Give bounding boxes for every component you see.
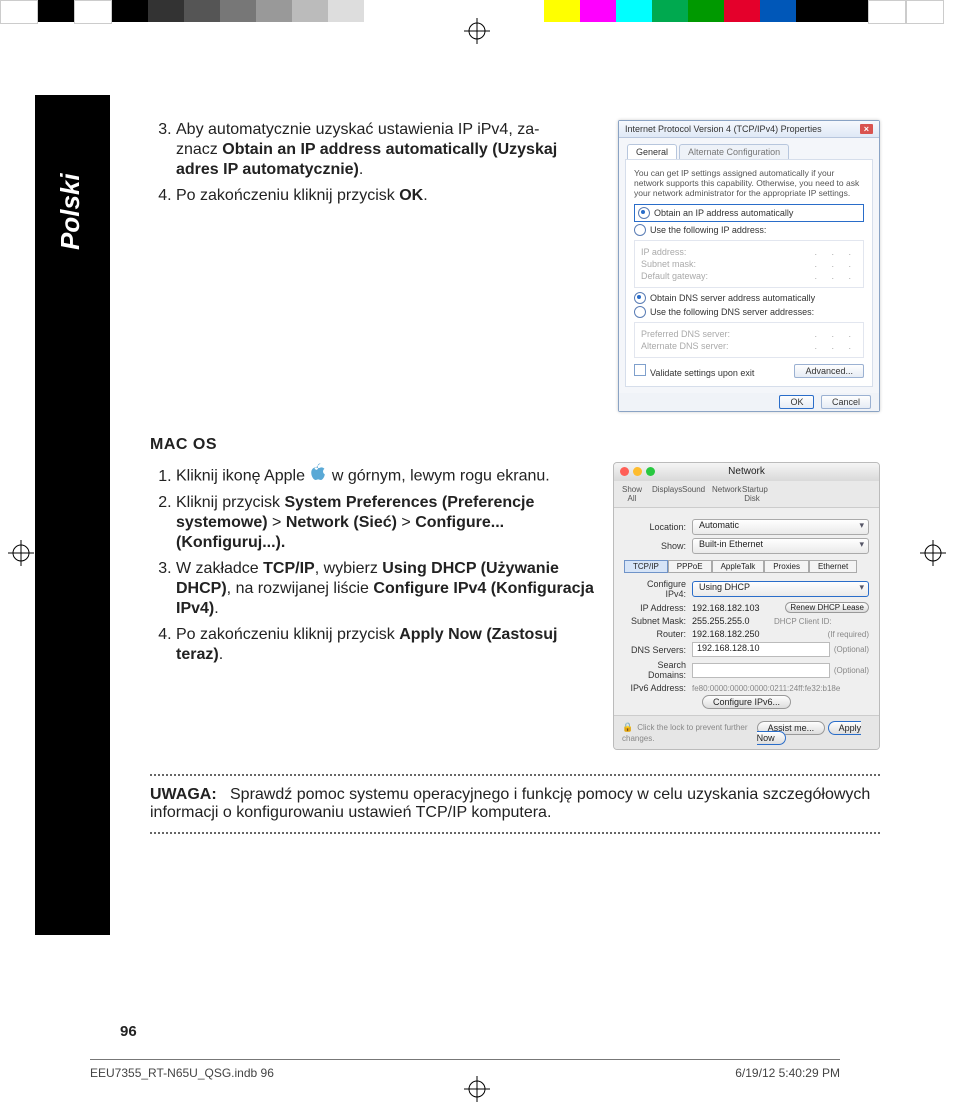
close-icon[interactable]: × (860, 124, 873, 134)
macos-heading: MAC OS (150, 436, 880, 454)
note-text: Sprawdź pomoc systemu operacyjnego i fun… (150, 786, 870, 821)
windows-dialog-screenshot: Internet Protocol Version 4 (TCP/IPv4) P… (618, 120, 880, 412)
minimize-icon[interactable] (633, 467, 642, 476)
page-area: Polski Aby automatycznie uzyskać ustawie… (55, 60, 895, 1060)
radio-use-ip[interactable]: Use the following IP address: (634, 224, 864, 236)
windows-instructions: Aby automatycznie uzyskać ustawienia IP … (150, 120, 600, 412)
lock-icon[interactable]: 🔒 (622, 722, 633, 732)
tab-altconfig[interactable]: Alternate Configuration (679, 144, 789, 159)
mac-step-1: Kliknij ikonę Apple w górnym, lewym rogu… (176, 462, 595, 487)
configure-ipv6-button[interactable]: Configure IPv6... (702, 695, 791, 709)
mac-step-4: Po zakończeniu kliknij przycisk Apply No… (176, 625, 595, 665)
macos-instructions: Kliknij ikonę Apple w górnym, lewym rogu… (150, 462, 595, 750)
print-footer: EEU7355_RT-N65U_QSG.indb 96 6/19/12 5:40… (90, 1059, 840, 1080)
toolbar-network[interactable]: Network (712, 485, 732, 503)
tab-ethernet[interactable]: Ethernet (809, 560, 857, 573)
radio-auto-dns[interactable]: Obtain DNS server address automatically (634, 292, 864, 304)
language-label: Polski (55, 173, 86, 250)
tab-tcpip[interactable]: TCP/IP (624, 560, 668, 573)
show-select[interactable]: Built-in Ethernet (692, 538, 869, 554)
ipv4-properties-dialog: Internet Protocol Version 4 (TCP/IPv4) P… (618, 120, 880, 412)
language-tab: Polski (35, 95, 110, 935)
mac-window-title: Network (620, 466, 873, 477)
ip-fields: IP address:. . . Subnet mask:. . . Defau… (634, 240, 864, 288)
search-domains-input[interactable] (692, 663, 830, 678)
close-icon[interactable] (620, 467, 629, 476)
macos-window-screenshot: Network Show All Displays Sound Network … (613, 462, 880, 750)
row-windows: Aby automatycznie uzyskać ustawienia IP … (150, 120, 880, 412)
toolbar-displays[interactable]: Displays (652, 485, 672, 503)
toolbar-showall[interactable]: Show All (622, 485, 642, 503)
footer-stamp: 6/19/12 5:40:29 PM (735, 1066, 840, 1080)
dialog-title: Internet Protocol Version 4 (TCP/IPv4) P… (625, 124, 822, 134)
cancel-button[interactable]: Cancel (821, 395, 871, 409)
win-step-3: Aby automatycznie uzyskać ustawienia IP … (176, 120, 600, 180)
toolbar-startup[interactable]: Startup Disk (742, 485, 762, 503)
registration-mark-left (8, 540, 34, 566)
apple-icon (309, 462, 327, 480)
dns-input[interactable]: 192.168.128.10 (692, 642, 830, 657)
ok-button[interactable]: OK (779, 395, 814, 409)
registration-mark-top (464, 18, 490, 44)
tab-proxies[interactable]: Proxies (764, 560, 809, 573)
radio-auto-ip[interactable]: Obtain an IP address automatically (634, 204, 864, 222)
validate-checkbox[interactable]: Validate settings upon exit (634, 364, 754, 378)
mac-step-2: Kliknij przycisk System Preferences (Pre… (176, 493, 595, 553)
footer-file: EEU7355_RT-N65U_QSG.indb 96 (90, 1066, 274, 1080)
configure-ipv4-select[interactable]: Using DHCP (692, 581, 869, 597)
dns-fields: Preferred DNS server:. . . Alternate DNS… (634, 322, 864, 358)
dialog-hint: You can get IP settings assigned automat… (634, 168, 864, 198)
tab-appletalk[interactable]: AppleTalk (712, 560, 765, 573)
win-step-4: Po zakończeniu kliknij przycisk OK. (176, 186, 600, 206)
zoom-icon[interactable] (646, 467, 655, 476)
toolbar-sound[interactable]: Sound (682, 485, 702, 503)
content-area: Aby automatycznie uzyskać ustawienia IP … (150, 120, 880, 834)
mac-toolbar: Show All Displays Sound Network Startup … (614, 481, 879, 508)
radio-use-dns[interactable]: Use the following DNS server addresses: (634, 306, 864, 318)
tab-general[interactable]: General (627, 144, 677, 159)
lock-hint: 🔒Click the lock to prevent further chang… (622, 722, 757, 743)
mac-network-window: Network Show All Displays Sound Network … (613, 462, 880, 750)
renew-dhcp-button[interactable]: Renew DHCP Lease (785, 602, 869, 613)
mac-tab-bar: TCP/IP PPPoE AppleTalk Proxies Ethernet (624, 560, 869, 573)
note-block: UWAGA: Sprawdź pomoc systemu operacyjneg… (150, 774, 880, 834)
advanced-button[interactable]: Advanced... (794, 364, 864, 378)
registration-mark-right (920, 540, 946, 566)
page-number: 96 (120, 1023, 137, 1040)
row-macos: Kliknij ikonę Apple w górnym, lewym rogu… (150, 462, 880, 750)
location-select[interactable]: Automatic (692, 519, 869, 535)
tab-pppoe[interactable]: PPPoE (668, 560, 712, 573)
note-label: UWAGA: (150, 786, 217, 803)
mac-step-3: W zakładce TCP/IP, wybierz Using DHCP (U… (176, 559, 595, 619)
